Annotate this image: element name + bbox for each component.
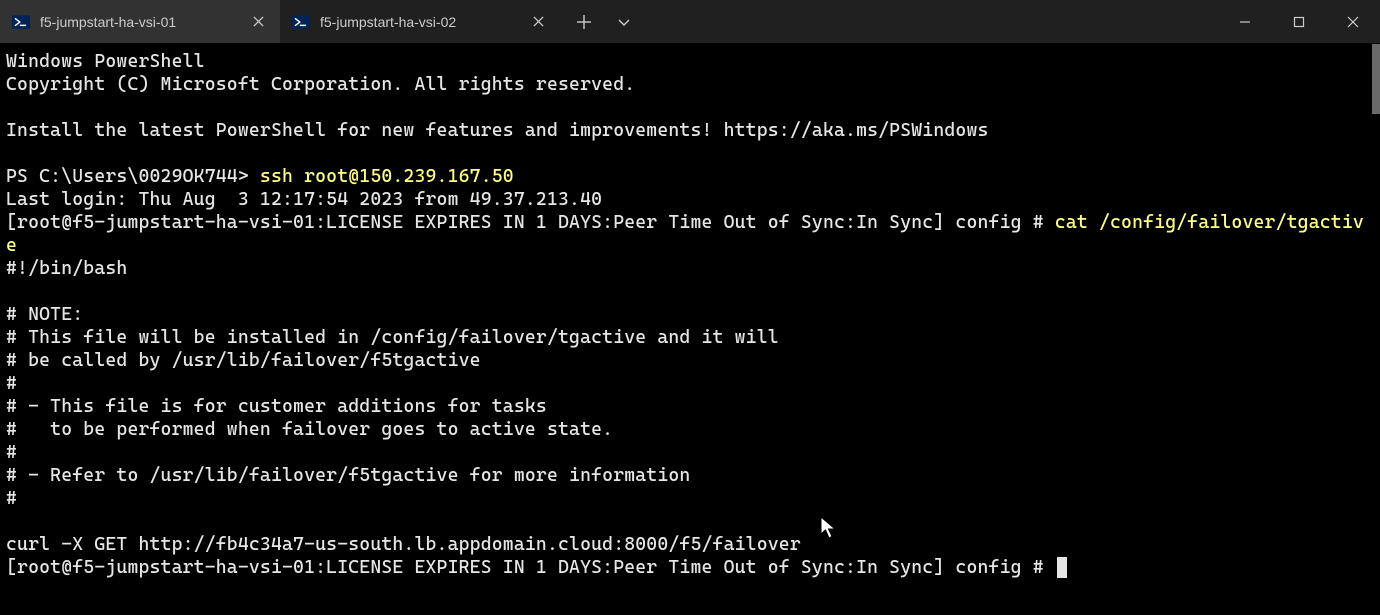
line: # to be performed when failover goes to … [6,419,613,440]
line: Install the latest PowerShell for new fe… [6,120,989,141]
line: # [6,373,17,394]
powershell-icon [12,13,30,31]
line: # be called by /usr/lib/failover/f5tgact… [6,350,481,371]
tab-1-label: f5-jumpstart-ha-vsi-01 [40,14,238,30]
terminal-cursor [1057,557,1067,578]
new-tab-button[interactable] [566,6,602,38]
line: # NOTE: [6,304,83,325]
command: ssh root@150.239.167.50 [260,166,514,187]
line: # [6,442,17,463]
titlebar: f5-jumpstart-ha-vsi-01 f5-jumpstart-ha-v… [0,0,1380,44]
line: #!/bin/bash [6,258,127,279]
line: # - This file is for customer additions … [6,396,547,417]
maximize-button[interactable] [1272,0,1326,43]
line: # - Refer to /usr/lib/failover/f5tgactiv… [6,465,690,486]
tab-1-close-button[interactable] [248,12,268,32]
tab-2-close-button[interactable] [528,12,548,32]
terminal-output[interactable]: Windows PowerShell Copyright (C) Microso… [0,44,1380,585]
minimize-button[interactable] [1218,0,1272,43]
scrollbar-thumb[interactable] [1372,44,1380,114]
prompt: [root@f5-jumpstart-ha-vsi-01:LICENSE EXP… [6,557,1055,578]
tab-dropdown-button[interactable] [606,6,642,38]
window-controls [1218,0,1380,43]
line: Last login: Thu Aug 3 12:17:54 2023 from… [6,189,602,210]
tab-actions [560,0,642,43]
line: Windows PowerShell [6,51,205,72]
line: # [6,488,17,509]
tab-1[interactable]: f5-jumpstart-ha-vsi-01 [0,0,280,43]
tab-2[interactable]: f5-jumpstart-ha-vsi-02 [280,0,560,43]
prompt: PS C:\Users\0029OK744> [6,166,260,187]
line: Copyright (C) Microsoft Corporation. All… [6,74,635,95]
line: # This file will be installed in /config… [6,327,779,348]
close-window-button[interactable] [1326,0,1380,43]
powershell-icon [292,13,310,31]
tab-2-label: f5-jumpstart-ha-vsi-02 [320,14,518,30]
line: curl -X GET http://fb4c34a7-us-south.lb.… [6,534,801,555]
tab-strip: f5-jumpstart-ha-vsi-01 f5-jumpstart-ha-v… [0,0,642,43]
prompt: [root@f5-jumpstart-ha-vsi-01:LICENSE EXP… [6,212,1055,233]
